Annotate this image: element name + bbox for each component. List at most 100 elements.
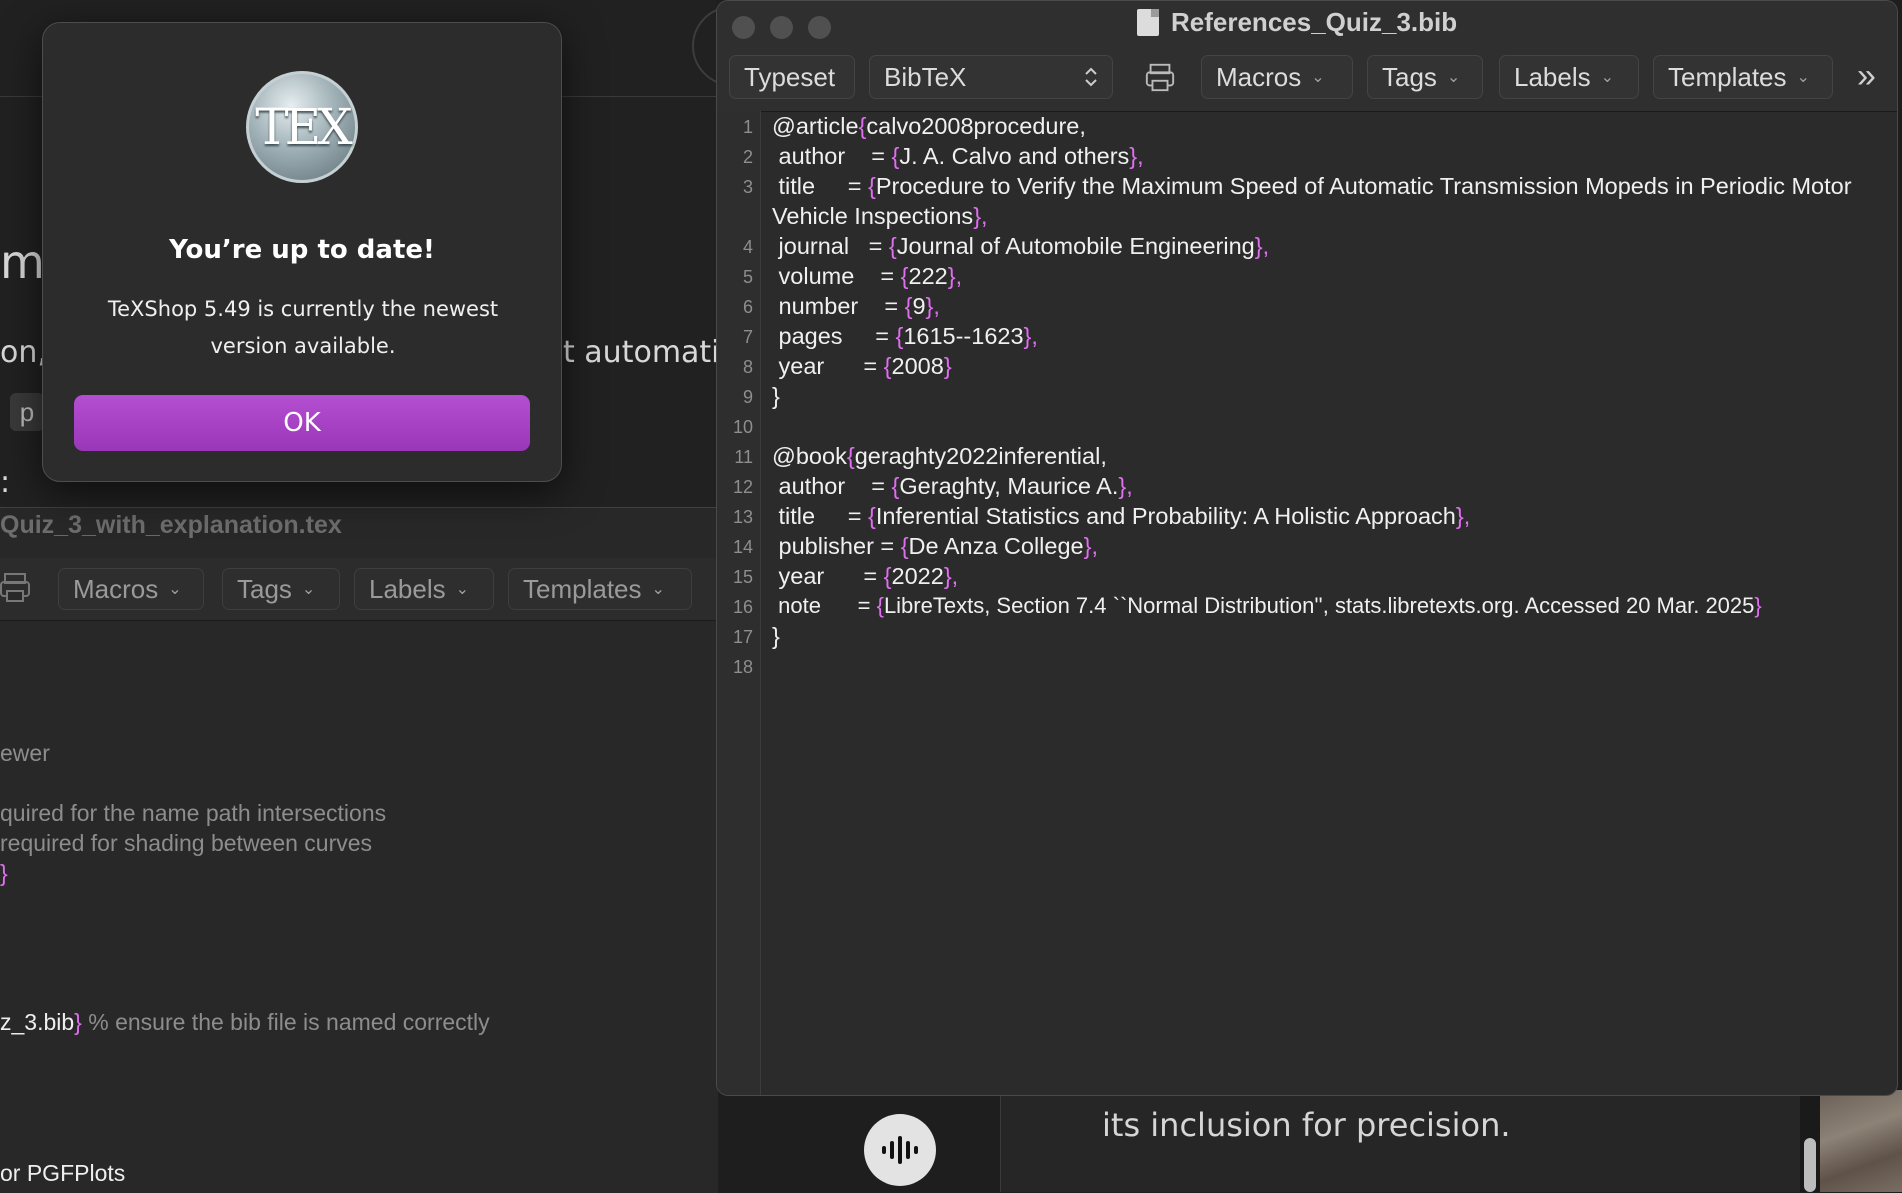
code-editor[interactable]: @article{calvo2008procedure, author = {J… xyxy=(717,111,1897,1095)
entry-type: @book xyxy=(772,443,847,469)
divider xyxy=(1000,1096,1001,1192)
field-value: 2022 xyxy=(891,563,944,589)
closing-brace: } xyxy=(772,383,780,409)
citation-key: calvo2008procedure, xyxy=(866,113,1086,139)
field-value: 222 xyxy=(908,263,948,289)
desktop-wallpaper xyxy=(1820,1090,1902,1192)
zoom-window-button[interactable] xyxy=(808,16,831,39)
chevron-down-icon: ⌄ xyxy=(455,581,470,598)
chat-message-text: its inclusion for precision. xyxy=(1102,1106,1511,1144)
brace: }, xyxy=(1118,473,1133,499)
back-macros-menu[interactable]: Macros ⌄ xyxy=(58,568,204,610)
document-icon xyxy=(1137,9,1159,36)
brace: { xyxy=(868,173,876,199)
field-name: author = xyxy=(772,473,892,499)
macros-label: Macros xyxy=(1216,61,1302,92)
inline-code-chip: p xyxy=(10,393,44,431)
citation-key: geraghty2022inferential, xyxy=(854,443,1107,469)
field-name: pages = xyxy=(772,323,896,349)
tags-menu[interactable]: Tags ⌄ xyxy=(1367,55,1483,99)
chat-fragment: m xyxy=(0,235,45,289)
field-name: number = xyxy=(772,293,905,319)
macros-menu[interactable]: Macros ⌄ xyxy=(1201,55,1353,99)
back-templates-menu[interactable]: Templates ⌄ xyxy=(508,568,692,610)
code-line: publisher = {De Anza College}, xyxy=(772,533,1098,560)
code-line: title = {Procedure to Verify the Maximum… xyxy=(772,173,1852,200)
brace: { xyxy=(900,533,909,559)
labels-menu[interactable]: Labels ⌄ xyxy=(1499,55,1639,99)
code-line: note = {LibreTexts, Section 7.4 ``Normal… xyxy=(772,593,1762,619)
field-name: title = xyxy=(772,503,868,529)
back-tags-label: Tags xyxy=(237,573,292,604)
brace: { xyxy=(900,263,909,289)
back-code-brace: } xyxy=(0,860,8,886)
chat-fragment: on, xyxy=(0,335,47,370)
brace: }, xyxy=(943,563,959,589)
field-value: 1615--1623 xyxy=(903,323,1024,349)
field-value: LibreTexts, Section 7.4 ``Normal Distrib… xyxy=(883,593,1755,618)
code-line: number = {9}, xyxy=(772,293,940,320)
brace: { xyxy=(868,503,876,529)
brace: } xyxy=(1754,593,1762,618)
close-window-button[interactable] xyxy=(732,16,755,39)
code-line: volume = {222}, xyxy=(772,263,963,290)
dialog-heading: You’re up to date! xyxy=(169,235,435,265)
chat-fragment: : xyxy=(0,465,11,500)
field-value: 9 xyxy=(912,293,926,319)
code-line: author = {J. A. Calvo and others}, xyxy=(772,143,1144,170)
brace: }, xyxy=(1254,233,1270,259)
minimize-window-button[interactable] xyxy=(770,16,793,39)
code-line: pages = {1615--1623}, xyxy=(772,323,1038,350)
field-name: publisher = xyxy=(772,533,901,559)
closing-brace: } xyxy=(772,623,780,649)
field-name: author = xyxy=(772,143,892,169)
field-value: 2008 xyxy=(891,353,944,379)
chevron-down-icon: ⌄ xyxy=(1446,69,1461,86)
back-macros-label: Macros xyxy=(73,573,159,604)
field-value: Inferential Statistics and Probability: … xyxy=(875,503,1456,529)
brace: }, xyxy=(1129,143,1144,169)
brace: { xyxy=(883,563,892,589)
back-templates-label: Templates xyxy=(523,573,642,604)
back-editor-toolbar: Macros ⌄ Tags ⌄ Labels ⌄ Templates ⌄ xyxy=(0,558,718,621)
brace: }, xyxy=(1083,533,1098,559)
tex-logo: TEX xyxy=(246,71,358,183)
field-value: De Anza College xyxy=(908,533,1084,559)
back-code-line: z_3.bib} % ensure the bib file is named … xyxy=(0,1009,490,1036)
title-bar: References_Quiz_3.bib Typeset BibTeX Mac… xyxy=(717,1,1897,112)
field-name: note = xyxy=(772,593,877,618)
code-line: @book{geraghty2022inferential, xyxy=(772,443,1107,470)
back-labels-menu[interactable]: Labels ⌄ xyxy=(354,568,494,610)
tex-logo-text: TEX xyxy=(255,98,352,156)
back-tags-menu[interactable]: Tags ⌄ xyxy=(222,568,340,610)
field-name: year = xyxy=(772,353,884,379)
brace: }, xyxy=(973,203,988,229)
code-line: journal = {Journal of Automobile Enginee… xyxy=(772,233,1270,260)
back-editor-title: Quiz_3_with_explanation.tex xyxy=(0,511,342,539)
brace: } xyxy=(74,1009,82,1035)
toolbar-overflow-button[interactable]: » xyxy=(1857,57,1876,96)
back-code-line: quired for the name path intersections xyxy=(0,800,387,826)
brace: }, xyxy=(1455,503,1471,529)
code-line: title = {Inferential Statistics and Prob… xyxy=(772,503,1471,530)
brace: }, xyxy=(947,263,963,289)
update-dialog: TEX You’re up to date! TeXShop 5.49 is c… xyxy=(42,22,562,482)
voice-dictation-button[interactable] xyxy=(864,1114,936,1186)
ok-button[interactable]: OK xyxy=(74,395,530,451)
printer-icon[interactable] xyxy=(1144,61,1176,93)
scrollbar-thumb[interactable] xyxy=(1804,1138,1816,1192)
brace: }, xyxy=(925,293,940,319)
window-title-text: References_Quiz_3.bib xyxy=(1171,7,1458,37)
labels-label: Labels xyxy=(1514,61,1591,92)
engine-select[interactable]: BibTeX xyxy=(869,55,1113,99)
field-value: J. A. Calvo and others xyxy=(899,143,1130,169)
code-line: @article{calvo2008procedure, xyxy=(772,113,1086,140)
field-name: year = xyxy=(772,563,884,589)
typeset-button[interactable]: Typeset xyxy=(729,55,855,99)
code-line: author = {Geraghty, Maurice A.}, xyxy=(772,473,1133,500)
field-name: title = xyxy=(772,173,868,199)
templates-menu[interactable]: Templates ⌄ xyxy=(1653,55,1833,99)
field-value: Vehicle Inspections xyxy=(772,203,974,229)
printer-icon[interactable] xyxy=(0,570,30,604)
brace: }, xyxy=(1023,323,1038,349)
